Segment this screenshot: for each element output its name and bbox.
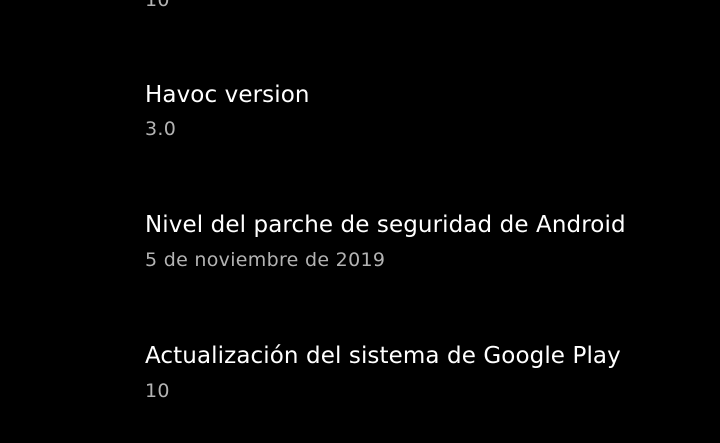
item-summary: 10 — [145, 0, 170, 11]
list-item-android-version[interactable]: 10 — [0, 0, 720, 30]
list-item-security-patch-level[interactable]: Nivel del parche de seguridad de Android… — [0, 200, 720, 310]
item-summary: 3.0 — [145, 118, 177, 140]
settings-list: 10 Havoc version 3.0 Nivel del parche de… — [0, 0, 720, 430]
item-summary: 5 de noviembre de 2019 — [145, 249, 386, 271]
item-title: Nivel del parche de seguridad de Android — [145, 212, 626, 238]
item-title: Actualización del sistema de Google Play — [145, 343, 621, 369]
item-title: Havoc version — [145, 82, 310, 108]
item-summary: 10 — [145, 380, 170, 402]
list-item-google-play-system-update[interactable]: Actualización del sistema de Google Play… — [0, 333, 720, 443]
list-item-havoc-version[interactable]: Havoc version 3.0 — [0, 70, 720, 180]
